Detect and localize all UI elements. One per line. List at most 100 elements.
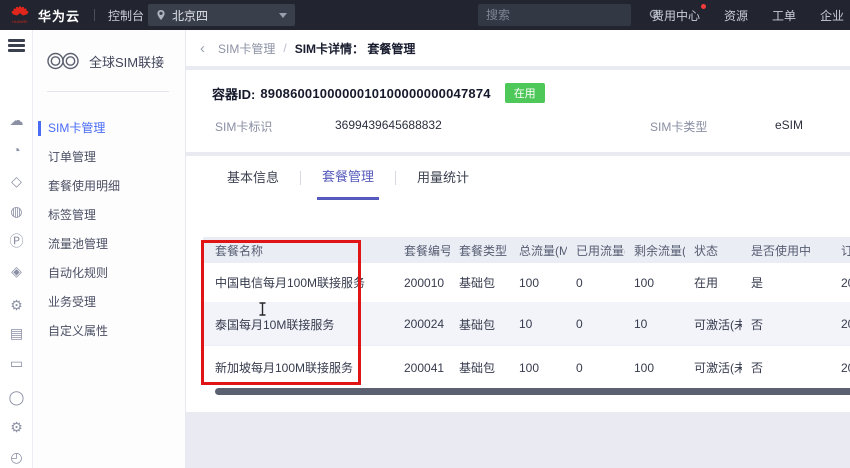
sidebar-item-package-usage-details[interactable]: 套餐使用明细 <box>33 172 186 201</box>
col-package-code: 套餐编号 <box>404 243 450 258</box>
text-cursor-icon <box>259 302 266 316</box>
hexagon-icon[interactable]: ◯ <box>0 389 33 405</box>
tab-basic-info[interactable]: 基本信息 <box>222 156 284 200</box>
sidebar-item-automation-rules[interactable]: 自动化规则 <box>33 259 186 288</box>
search-box <box>478 4 661 26</box>
link-tickets[interactable]: 工单 <box>772 7 796 24</box>
sidebar: 全球SIM联接 SIM卡管理 订单管理 套餐使用明细 标签管理 流量池管理 自动… <box>33 30 186 468</box>
billing-center-label: 费用中心 <box>652 8 701 23</box>
notification-dot <box>701 3 707 9</box>
breadcrumb-parent[interactable]: SIM卡管理 <box>218 40 275 57</box>
globe-icon[interactable]: ◍ <box>0 203 33 219</box>
console-link[interactable]: 控制台 <box>108 7 144 24</box>
huawei-logo-text: HUAWEI <box>12 20 28 24</box>
cell-package-type: 基础包 <box>459 276 496 290</box>
breadcrumb: ‹ SIM卡管理 / SIM卡详情： 套餐管理 <box>186 30 850 66</box>
sidebar-item-service-acceptance[interactable]: 业务受理 <box>33 288 186 317</box>
region-label: 北京四 <box>172 8 209 23</box>
product-name: 全球SIM联接 <box>89 54 165 70</box>
table-row[interactable]: 中国电信每月100M联接服务 200010 基础包 100 0 100 在用 是… <box>203 263 850 303</box>
cell-total-traffic: 100 <box>519 275 540 290</box>
sim-fields-row: SIM卡标识 3699439645688832 SIM卡类型 eSIM <box>186 118 850 138</box>
deploy-icon[interactable]: ◇ <box>0 173 33 189</box>
cell-package-code: 200041 <box>404 360 445 375</box>
cell-in-use: 是 <box>751 276 764 290</box>
sim-type-label: SIM卡类型 <box>650 120 708 134</box>
package-table: 套餐名称 套餐编号 套餐类型 总流量(MB) 已用流量(... 剩余流量(...… <box>203 237 850 389</box>
cell-total-traffic: 10 <box>519 317 533 331</box>
cell-in-use: 否 <box>751 317 764 332</box>
sidebar-item-traffic-pool[interactable]: 流量池管理 <box>33 230 186 259</box>
topbar: HUAWEI 华为云 控制台 北京四 费用中心 资源 工单 企业 备案 <box>0 0 850 30</box>
back-button[interactable]: ‹ <box>200 40 205 57</box>
region-selector[interactable]: 北京四 <box>148 4 295 26</box>
link-enterprise[interactable]: 企业 <box>820 7 844 24</box>
monitor-icon[interactable]: ◔ <box>0 142 33 158</box>
cell-remain-traffic: 10 <box>634 317 648 331</box>
global-sim-link-icon <box>47 52 79 70</box>
col-status: 状态 <box>694 243 719 258</box>
sidebar-item-sim-card-management[interactable]: SIM卡管理 <box>33 114 186 143</box>
chart-icon[interactable]: ◴ <box>0 449 33 465</box>
api-icon[interactable]: ▭ <box>0 355 33 371</box>
search-input[interactable] <box>478 8 649 22</box>
brand-name: 华为云 <box>38 8 81 24</box>
brand-group[interactable]: HUAWEI 华为云 控制台 <box>8 0 144 30</box>
cell-remain-traffic: 100 <box>634 360 655 375</box>
cell-package-name: 新加坡每月100M联接服务 <box>215 361 354 375</box>
location-pin-icon <box>157 10 165 20</box>
sim-id-label: SIM卡标识 <box>215 120 273 134</box>
col-package-name: 套餐名称 <box>215 243 264 258</box>
menu-icon[interactable] <box>8 39 25 52</box>
cell-package-type: 基础包 <box>459 361 496 375</box>
col-in-use: 是否使用中 <box>751 243 812 258</box>
detail-card: 基本信息 套餐管理 用量统计 套餐名称 套餐编号 套餐类型 总流量(MB) 已用… <box>186 156 850 412</box>
cell-order-time: 202 <box>841 360 850 375</box>
cell-package-code: 200010 <box>404 275 445 290</box>
cell-in-use: 否 <box>751 361 764 375</box>
breadcrumb-separator: / <box>283 41 287 55</box>
sim-id-value: 3699439645688832 <box>335 118 442 132</box>
container-id-label: 容器ID: <box>212 86 256 102</box>
scan-icon[interactable]: ◈ <box>0 263 33 279</box>
sim-type-value: eSIM <box>775 118 804 132</box>
container-id-value: 8908600100000010100000000047874 <box>260 85 491 101</box>
link-resources[interactable]: 资源 <box>724 7 748 24</box>
breadcrumb-current: SIM卡详情： 套餐管理 <box>294 41 416 56</box>
cell-package-name: 中国电信每月100M联接服务 <box>215 276 366 290</box>
topbar-links: 费用中心 资源 工单 企业 备案 <box>640 0 850 30</box>
sidebar-item-tag-management[interactable]: 标签管理 <box>33 201 186 230</box>
cell-package-name: 泰国每月10M联接服务 <box>215 317 335 332</box>
tab-usage-statistics[interactable]: 用量统计 <box>412 156 474 200</box>
sim-info-card: 容器ID: 8908600100000010100000000047874 在用… <box>186 70 850 152</box>
col-total-traffic: 总流量(MB) <box>519 243 567 258</box>
link-billing-center[interactable]: 费用中心 <box>652 3 707 24</box>
huawei-logo-icon: HUAWEI <box>8 4 32 26</box>
cell-total-traffic: 100 <box>519 360 540 375</box>
cell-order-time: 202 <box>841 275 850 290</box>
table-row[interactable]: 新加坡每月100M联接服务 200041 基础包 100 0 100 可激活(未… <box>203 346 850 389</box>
sidebar-item-order-management[interactable]: 订单管理 <box>33 143 186 172</box>
table-row[interactable]: 泰国每月10M联接服务 200024 基础包 10 0 10 可激活(未... … <box>203 303 850 346</box>
cell-order-time: 202 <box>841 317 850 331</box>
device-card-icon[interactable]: ▤ <box>0 325 33 341</box>
sidebar-item-custom-attributes[interactable]: 自定义属性 <box>33 317 186 346</box>
cell-status: 在用 <box>694 276 719 290</box>
main-content: ‹ SIM卡管理 / SIM卡详情： 套餐管理 容器ID: 8908600100… <box>186 30 850 468</box>
horizontal-scrollbar[interactable] <box>215 388 850 395</box>
cell-remain-traffic: 100 <box>634 275 655 290</box>
cell-status: 可激活(未... <box>694 317 742 332</box>
cell-status: 可激活(未... <box>694 361 742 375</box>
automation-icon[interactable]: ⚙ <box>0 297 33 313</box>
cell-package-type: 基础包 <box>459 317 496 332</box>
cell-used-traffic: 0 <box>576 317 583 331</box>
huawei-cloud-console: HUAWEI 华为云 控制台 北京四 费用中心 资源 工单 企业 备案 <box>0 0 850 468</box>
ip-icon[interactable]: Ⓟ <box>0 233 33 249</box>
gear-icon[interactable]: ⚙ <box>0 419 33 435</box>
col-order-time: 订购时间 <box>841 243 850 258</box>
container-id-row: 容器ID: 8908600100000010100000000047874 在用 <box>212 82 545 104</box>
tab-package-management[interactable]: 套餐管理 <box>317 156 380 200</box>
topbar-divider <box>94 9 96 21</box>
cloud-icon[interactable]: ☁ <box>0 112 33 128</box>
table-header-row: 套餐名称 套餐编号 套餐类型 总流量(MB) 已用流量(... 剩余流量(...… <box>203 237 850 263</box>
